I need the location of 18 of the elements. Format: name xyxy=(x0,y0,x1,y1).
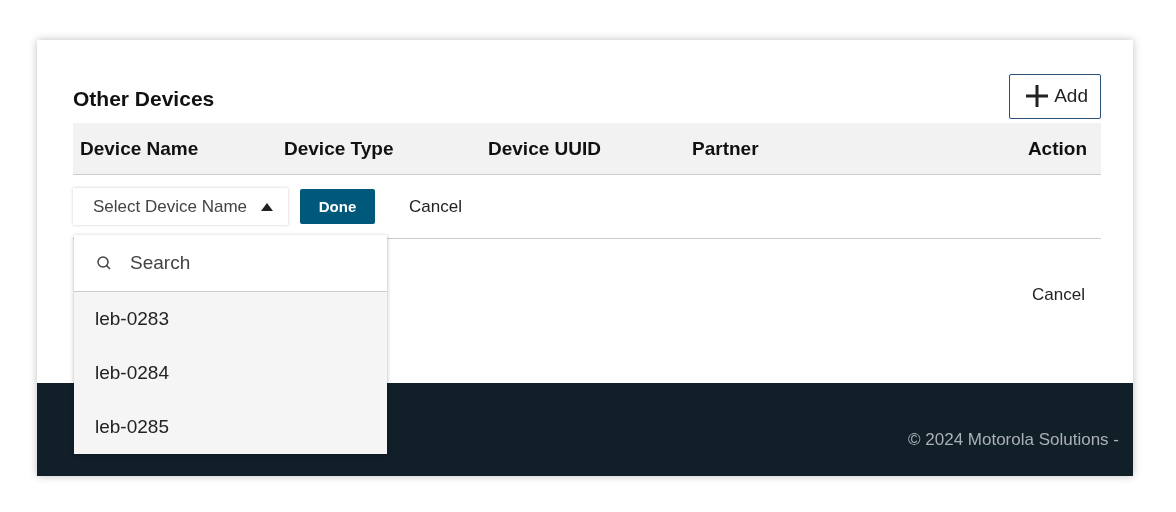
dropdown-option[interactable]: leb-0284 xyxy=(74,346,387,400)
plus-icon xyxy=(1024,83,1051,109)
done-button[interactable]: Done xyxy=(300,189,375,224)
dropdown-option[interactable]: leb-0285 xyxy=(74,400,387,454)
dropdown-option[interactable]: leb-0283 xyxy=(74,292,387,346)
add-button[interactable]: Add xyxy=(1009,73,1101,119)
column-header: Device Type xyxy=(284,137,395,160)
search-field[interactable]: Search xyxy=(74,235,387,292)
section-title: Other Devices xyxy=(73,87,215,111)
column-header: Device Name xyxy=(80,137,200,160)
cancel-button[interactable]: Cancel xyxy=(1022,281,1095,309)
column-header: Partner xyxy=(692,137,760,160)
cancel-button[interactable]: Cancel xyxy=(399,192,472,221)
caret-up-icon xyxy=(261,202,273,211)
device-name-select[interactable]: Select Device Name xyxy=(73,188,288,225)
column-header: Action xyxy=(1027,137,1087,160)
column-header: Device UUID xyxy=(488,137,602,160)
copyright-text: © 2024 Motorola Solutions - xyxy=(908,430,1119,450)
